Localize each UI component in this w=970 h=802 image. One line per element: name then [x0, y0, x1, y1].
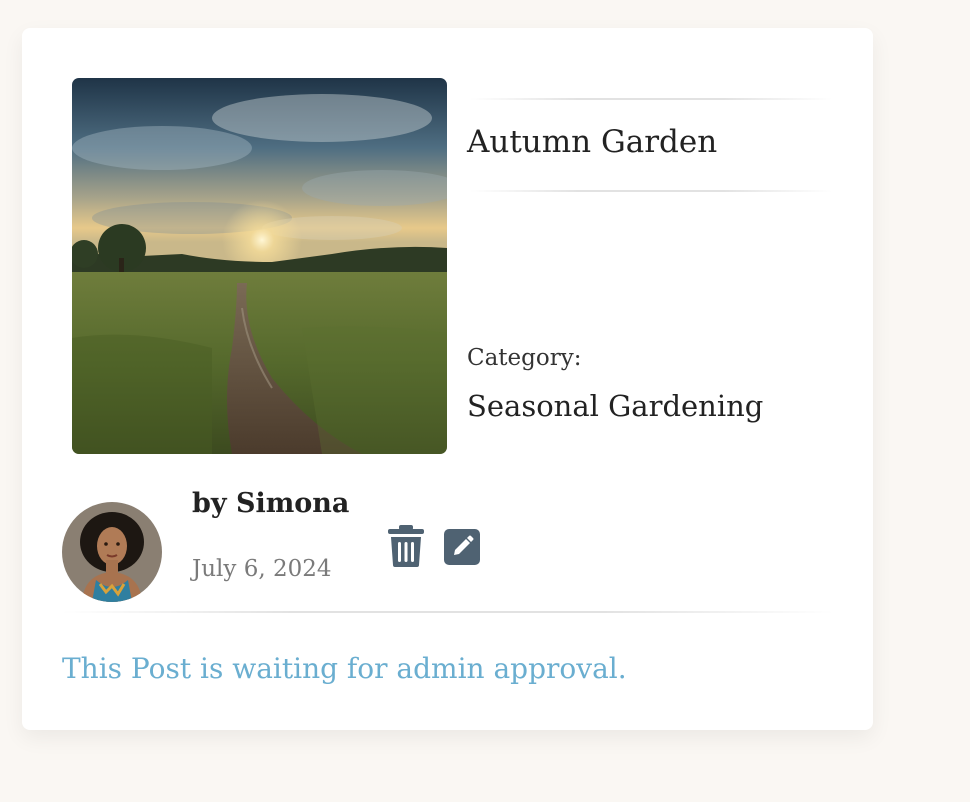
- approval-status-message: This Post is waiting for admin approval.: [62, 652, 627, 685]
- pencil-square-icon: [444, 529, 480, 565]
- title-divider-bottom: [470, 190, 832, 192]
- category-label: Category:: [467, 345, 582, 371]
- landscape-image: [72, 78, 447, 454]
- author-name[interactable]: by Simona: [192, 488, 349, 519]
- post-card: Autumn Garden Category: Seasonal Gardeni…: [22, 28, 873, 730]
- footer-divider: [62, 611, 834, 613]
- post-date: July 6, 2024: [192, 556, 332, 582]
- author-avatar: [62, 502, 162, 602]
- trash-icon: [388, 525, 424, 567]
- post-title[interactable]: Autumn Garden: [467, 124, 717, 160]
- title-divider-top: [470, 98, 832, 100]
- delete-button[interactable]: [387, 525, 425, 567]
- category-value[interactable]: Seasonal Gardening: [467, 389, 763, 423]
- edit-button[interactable]: [444, 529, 480, 565]
- post-image[interactable]: [72, 78, 447, 454]
- avatar-image: [62, 502, 162, 602]
